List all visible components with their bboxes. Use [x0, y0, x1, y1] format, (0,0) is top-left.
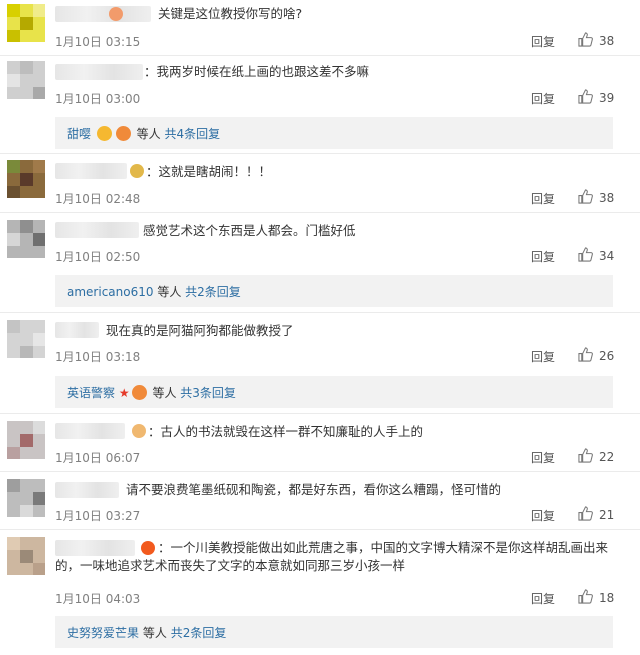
sub-reply-mid: 等人 — [136, 127, 161, 141]
like-count: 26 — [599, 349, 615, 363]
comment-text: ：古人的书法就毁在这样一群不知廉耻的人手上的 — [148, 424, 424, 439]
avatar[interactable] — [7, 160, 45, 198]
divider — [0, 312, 640, 313]
thumbs-up-icon — [578, 347, 593, 362]
like-count: 18 — [599, 591, 615, 605]
sub-replies-bar[interactable]: americano610 等人 共2条回复 — [55, 275, 613, 307]
thumbs-up-icon — [578, 32, 593, 47]
username-blurred[interactable] — [55, 423, 125, 439]
thumbs-up-icon — [578, 448, 593, 463]
like-button[interactable]: 38 — [578, 189, 614, 205]
divider — [0, 153, 640, 154]
sub-reply-count[interactable]: 共2条回复 — [171, 626, 227, 640]
sub-reply-count[interactable]: 共4条回复 — [165, 127, 221, 141]
sub-reply-mid: 等人 — [152, 386, 177, 400]
like-count: 38 — [599, 191, 615, 205]
like-count: 38 — [599, 34, 615, 48]
comment-text: 感觉艺术这个东西是人都会。门槛好低 — [143, 223, 356, 238]
avatar[interactable] — [7, 479, 45, 517]
comment-time: 1月10日 06:07 — [55, 451, 141, 465]
sub-replies-bar[interactable]: 史努努爱芒果 等人 共2条回复 — [55, 616, 613, 648]
emoji-icon — [115, 126, 131, 141]
star-icon: ★ — [118, 386, 130, 400]
like-button[interactable]: 38 — [578, 32, 614, 48]
username-blurred[interactable] — [55, 163, 127, 179]
reply-button[interactable]: 回复 — [531, 248, 555, 265]
username-blurred[interactable] — [55, 64, 143, 80]
comment-text: ：一个川美教授能做出如此荒唐之事，中国的文字博大精深不是你这样胡乱画出来的，一味… — [55, 540, 609, 573]
like-count: 21 — [599, 508, 615, 522]
thumbs-up-icon — [578, 89, 593, 104]
like-count: 34 — [599, 249, 615, 263]
comment-text: 现在真的是阿猫阿狗都能做教授了 — [106, 323, 294, 338]
sub-replies-bar[interactable]: 英语警察 ★ 等人 共3条回复 — [55, 376, 613, 408]
sub-reply-mid: 等人 — [142, 626, 167, 640]
divider — [0, 413, 640, 414]
divider — [0, 529, 640, 530]
username-blurred[interactable] — [55, 222, 139, 238]
like-count: 22 — [599, 450, 615, 464]
sub-reply-mid: 等人 — [157, 285, 182, 299]
sub-reply-count[interactable]: 共2条回复 — [185, 285, 241, 299]
comment-time: 1月10日 03:00 — [55, 92, 141, 106]
divider — [0, 471, 640, 472]
sub-replies-summary[interactable]: 英语警察 ★ 等人 共3条回复 — [67, 384, 236, 401]
username-blurred[interactable] — [55, 482, 119, 498]
comment-time: 1月10日 03:18 — [55, 350, 141, 364]
sub-reply-count[interactable]: 共3条回复 — [180, 386, 236, 400]
emoji-icon — [131, 385, 147, 400]
like-button[interactable]: 18 — [578, 589, 614, 605]
divider — [0, 55, 640, 56]
sub-reply-users[interactable]: 史努努爱芒果 — [67, 626, 139, 640]
comment-text: ：这就是瞎胡闹！！！ — [146, 164, 272, 179]
reply-button[interactable]: 回复 — [531, 33, 555, 50]
comment-time: 1月10日 02:48 — [55, 192, 141, 206]
thumbs-up-icon — [578, 589, 593, 604]
thumbs-up-icon — [578, 189, 593, 204]
avatar[interactable] — [7, 537, 45, 575]
like-button[interactable]: 39 — [578, 89, 614, 105]
comment-time: 1月10日 02:50 — [55, 250, 141, 264]
thumbs-up-icon — [578, 506, 593, 521]
avatar[interactable] — [7, 61, 45, 99]
comment-time: 1月10日 03:27 — [55, 509, 141, 523]
sub-reply-users[interactable]: americano610 — [67, 285, 154, 299]
sub-replies-summary[interactable]: americano610 等人 共2条回复 — [67, 283, 241, 300]
sub-reply-users[interactable]: 英语警察 — [67, 386, 115, 400]
like-count: 39 — [599, 91, 615, 105]
reply-button[interactable]: 回复 — [531, 449, 555, 466]
username-blurred[interactable] — [55, 6, 151, 22]
divider — [0, 212, 640, 213]
user-badge-icon — [109, 7, 123, 21]
sub-replies-bar[interactable]: 甜嘤 等人 共4条回复 — [55, 117, 613, 149]
reply-button[interactable]: 回复 — [531, 190, 555, 207]
avatar[interactable] — [7, 421, 45, 459]
user-badge-icon — [130, 164, 144, 178]
comment-text: 关键是这位教授你写的啥? — [158, 6, 303, 21]
comment-time: 1月10日 04:03 — [55, 592, 141, 606]
reply-button[interactable]: 回复 — [531, 348, 555, 365]
emoji-icon — [96, 126, 112, 141]
avatar[interactable] — [7, 4, 45, 42]
username-blurred[interactable] — [55, 322, 99, 338]
avatar[interactable] — [7, 320, 45, 358]
sub-replies-summary[interactable]: 甜嘤 等人 共4条回复 — [67, 125, 220, 142]
reply-button[interactable]: 回复 — [531, 90, 555, 107]
thumbs-up-icon — [578, 247, 593, 262]
sub-reply-users[interactable]: 甜嘤 — [67, 127, 91, 141]
comment-time: 1月10日 03:15 — [55, 35, 141, 49]
user-badge-icon — [132, 424, 146, 438]
comment-text: ：我两岁时候在纸上画的也跟这差不多嘛 — [144, 64, 370, 79]
reply-button[interactable]: 回复 — [531, 507, 555, 524]
avatar[interactable] — [7, 220, 45, 258]
like-button[interactable]: 34 — [578, 247, 614, 263]
sub-replies-summary[interactable]: 史努努爱芒果 等人 共2条回复 — [67, 624, 226, 641]
like-button[interactable]: 22 — [578, 448, 614, 464]
like-button[interactable]: 21 — [578, 506, 614, 522]
reply-button[interactable]: 回复 — [531, 590, 555, 607]
like-button[interactable]: 26 — [578, 347, 614, 363]
comment-text: 请不要浪费笔墨纸砚和陶瓷，都是好东西，看你这么糟蹋，怪可惜的 — [126, 482, 502, 497]
